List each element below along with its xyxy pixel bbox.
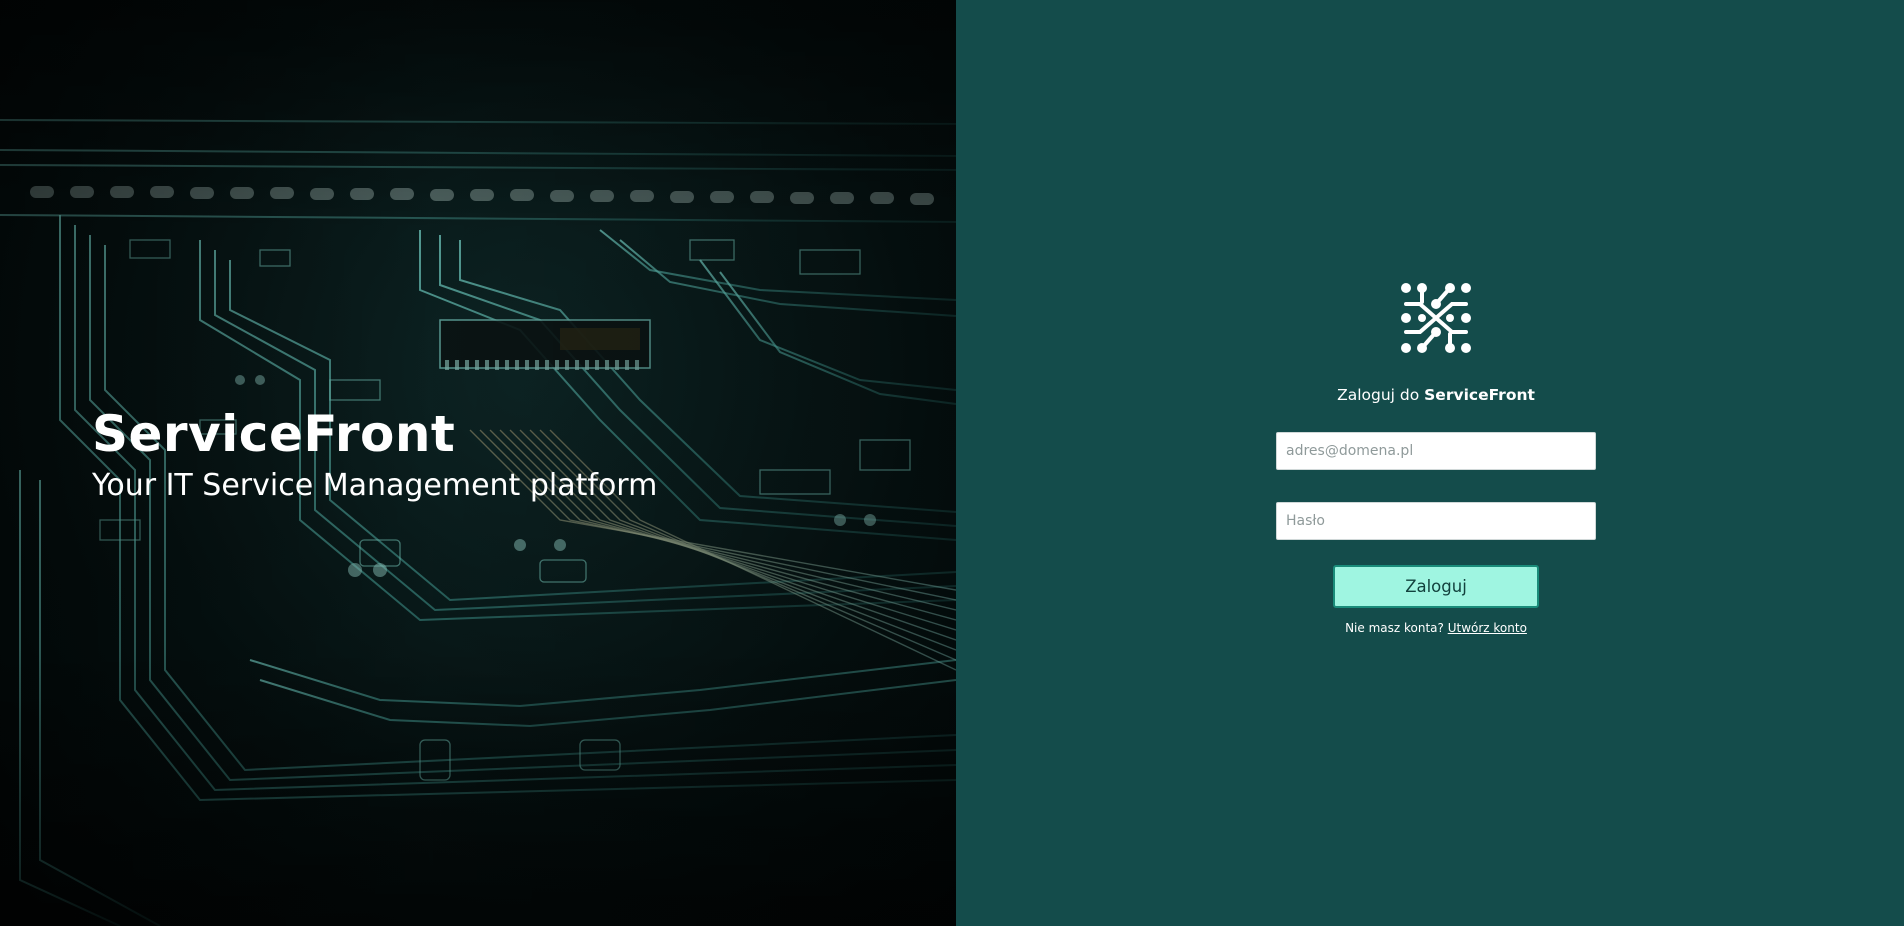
hero-panel: ServiceFront Your IT Service Management … [0,0,956,926]
password-input[interactable] [1276,502,1596,540]
login-page: ServiceFront Your IT Service Management … [0,0,1904,926]
login-panel: Zaloguj do ServiceFront Zaloguj Nie masz… [956,0,1904,926]
hero-text: ServiceFront Your IT Service Management … [92,404,657,506]
hero-subtitle: Your IT Service Management platform [92,468,658,503]
login-heading: Zaloguj do ServiceFront [1276,384,1596,406]
network-nodes-icon [1401,283,1471,353]
login-heading-brand: ServiceFront [1424,386,1535,404]
hero-title: ServiceFront [92,405,456,463]
signup-prompt-text: Nie masz konta? [1345,621,1448,635]
signup-prompt: Nie masz konta? Utwórz konto [1276,620,1596,636]
login-heading-prefix: Zaloguj do [1337,386,1425,404]
login-button[interactable]: Zaloguj [1333,565,1539,608]
create-account-link[interactable]: Utwórz konto [1448,621,1527,635]
email-input[interactable] [1276,432,1596,470]
login-form: Zaloguj do ServiceFront Zaloguj Nie masz… [1276,282,1596,636]
